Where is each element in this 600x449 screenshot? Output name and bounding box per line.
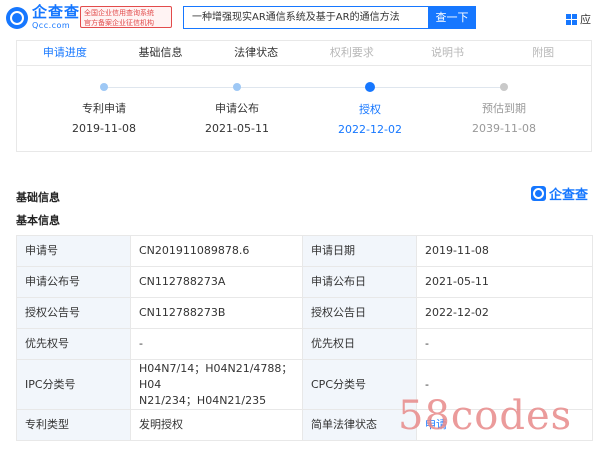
field-label: 申请号: [16, 235, 131, 267]
step-dot: [100, 83, 108, 91]
table-row: 优先权号 - 优先权日 -: [16, 328, 593, 360]
field-label: 授权公告号: [16, 297, 131, 329]
field-label: IPC分类号: [16, 359, 131, 410]
search-input[interactable]: 一种增强现实AR通信系统及基于AR的通信方法: [183, 6, 428, 29]
step-dot-current: [365, 82, 375, 92]
field-value: 2022-12-02: [416, 297, 593, 329]
field-value: -: [416, 328, 593, 360]
step-dot: [233, 83, 241, 91]
section-subtitle: 基本信息: [16, 214, 60, 227]
qcc-watermark: 企查查: [531, 184, 588, 203]
logo-text: 企查查: [32, 3, 81, 21]
field-value: -: [130, 328, 303, 360]
field-label: 优先权号: [16, 328, 131, 360]
field-label: 专利类型: [16, 409, 131, 441]
timeline-step-expiry: 预估到期 2039-11-08: [449, 82, 559, 135]
logo-icon: [6, 6, 28, 29]
tab-application-progress[interactable]: 申请进度: [17, 41, 113, 65]
section-title: 基础信息: [16, 191, 60, 204]
field-value: 2021-05-11: [416, 266, 593, 298]
watermark-logo-icon: [531, 186, 546, 201]
field-label: 申请公布日: [302, 266, 417, 298]
logo-domain: Qcc.com: [32, 21, 71, 30]
top-header: 企查查 Qcc.com 全国企业信用查询系统 官方备案企业征信机构 一种增强现实…: [0, 0, 600, 38]
table-row: 申请号 CN201911089878.6 申请日期 2019-11-08: [16, 235, 593, 267]
timeline-step-grant: 授权 2022-12-02: [315, 82, 425, 136]
table-row: 申请公布号 CN112788273A 申请公布日 2021-05-11: [16, 266, 593, 298]
tab-drawings[interactable]: 附图: [495, 41, 591, 65]
step-dot-future: [500, 83, 508, 91]
field-value: H04N7/14；H04N21/4788；H04 N21/234；H04N21/…: [130, 359, 303, 410]
field-label: 授权公告日: [302, 297, 417, 329]
field-value: 发明授权: [130, 409, 303, 441]
progress-timeline: 专利申请 2019-11-08 申请公布 2021-05-11 授权 2022-…: [16, 66, 592, 152]
search-button[interactable]: 查一下: [428, 6, 476, 29]
field-label: 优先权日: [302, 328, 417, 360]
tab-claims[interactable]: 权利要求: [304, 41, 400, 65]
timeline-line: [104, 87, 504, 88]
tab-specification[interactable]: 说明书: [400, 41, 496, 65]
table-row: 授权公告号 CN112788273B 授权公告日 2022-12-02: [16, 297, 593, 329]
tab-basic-info[interactable]: 基础信息: [113, 41, 209, 65]
field-value: CN201911089878.6: [130, 235, 303, 267]
field-value: 2019-11-08: [416, 235, 593, 267]
patent-tabs: 申请进度 基础信息 法律状态 权利要求 说明书 附图: [16, 40, 592, 66]
tab-legal-status[interactable]: 法律状态: [208, 41, 304, 65]
timeline-step-publication: 申请公布 2021-05-11: [182, 82, 292, 135]
app-link[interactable]: 应: [566, 11, 591, 27]
site-logo[interactable]: 企查查 Qcc.com: [6, 5, 80, 30]
credit-badge: 全国企业信用查询系统 官方备案企业征信机构: [80, 6, 172, 28]
field-value: CN112788273B: [130, 297, 303, 329]
field-label: 申请公布号: [16, 266, 131, 298]
field-value: CN112788273A: [130, 266, 303, 298]
site-watermark: 58codes: [398, 393, 573, 439]
apps-grid-icon: [566, 13, 577, 25]
timeline-step-application: 专利申请 2019-11-08: [49, 82, 159, 135]
field-label: 申请日期: [302, 235, 417, 267]
